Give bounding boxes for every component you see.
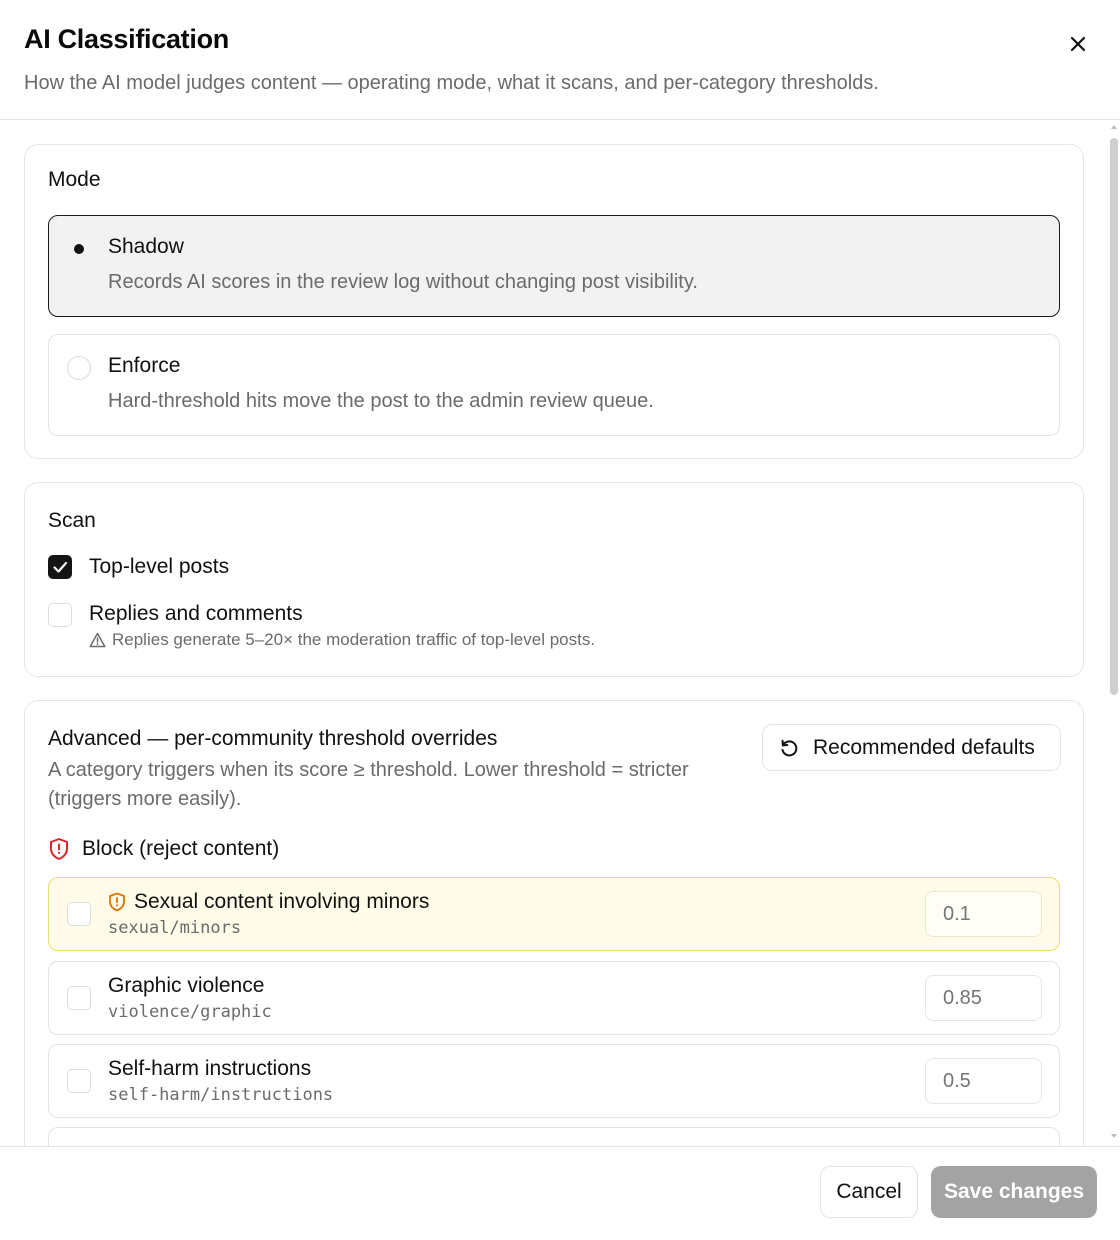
category-name: Graphic violence <box>108 974 264 998</box>
category-row-partial <box>48 1127 1060 1146</box>
check-icon <box>53 561 68 573</box>
category-key: sexual/minors <box>108 918 242 938</box>
block-group-header: Block (reject content) <box>48 837 279 861</box>
mode-title: Mode <box>48 168 101 191</box>
mode-option-description: Hard-threshold hits move the post to the… <box>108 390 654 412</box>
close-icon <box>1070 36 1086 52</box>
threshold-input[interactable] <box>925 975 1042 1021</box>
category-row-sexual-minors: Sexual content involving minors sexual/m… <box>48 877 1060 951</box>
radio-button[interactable] <box>67 356 91 380</box>
top-level-posts-label: Top-level posts <box>89 555 230 578</box>
replies-hint: Replies generate 5–20× the moderation tr… <box>89 630 595 650</box>
scrollbar-thumb[interactable] <box>1110 138 1118 695</box>
advanced-title: Advanced — per-community threshold overr… <box>48 727 498 750</box>
scan-card: Scan Top-level posts Replies and comment… <box>24 482 1084 677</box>
scroll-up-icon[interactable] <box>1109 122 1119 132</box>
close-button[interactable] <box>1064 30 1092 58</box>
dialog-footer: Cancel Save changes <box>0 1146 1120 1240</box>
category-name-text: Self-harm instructions <box>108 1057 312 1080</box>
category-name: Self-harm instructions <box>108 1057 311 1081</box>
advanced-description: A category triggers when its score ≥ thr… <box>48 759 689 810</box>
threshold-input[interactable] <box>925 1058 1042 1104</box>
mode-card: Mode Shadow Records AI scores in the rev… <box>24 144 1084 459</box>
mode-option-description: Records AI scores in the review log with… <box>108 271 698 293</box>
top-level-posts-checkbox[interactable] <box>48 555 72 579</box>
dialog-subtitle: How the AI model judges content — operat… <box>24 72 879 94</box>
save-changes-button[interactable]: Save changes <box>931 1166 1097 1218</box>
radio-dot <box>74 244 84 254</box>
dialog-body[interactable]: Mode Shadow Records AI scores in the rev… <box>0 121 1120 1146</box>
cancel-button[interactable]: Cancel <box>820 1166 918 1218</box>
recommended-defaults-label: Recommended defaults <box>813 735 1035 759</box>
scan-title: Scan <box>48 509 96 532</box>
replies-hint-text: Replies generate 5–20× the moderation tr… <box>112 630 596 649</box>
rotate-ccw-icon <box>781 739 798 756</box>
shield-warning-icon <box>109 892 125 912</box>
mode-option-enforce[interactable]: Enforce Hard-threshold hits move the pos… <box>48 334 1060 436</box>
mode-option-label: Enforce <box>108 354 181 377</box>
radio-button[interactable] <box>67 237 91 261</box>
alert-triangle-icon <box>89 632 106 648</box>
category-name-text: Sexual content involving minors <box>134 890 430 913</box>
threshold-input[interactable] <box>925 891 1042 937</box>
replies-comments-checkbox[interactable] <box>48 603 72 627</box>
category-checkbox[interactable] <box>67 1069 91 1093</box>
category-checkbox[interactable] <box>67 986 91 1010</box>
category-row-graphic-violence: Graphic violence violence/graphic <box>48 961 1060 1035</box>
dialog-title: AI Classification <box>24 24 229 54</box>
recommended-defaults-button[interactable]: Recommended defaults <box>762 724 1061 771</box>
block-group-label: Block (reject content) <box>82 837 280 860</box>
category-name-text: Graphic violence <box>108 974 265 997</box>
shield-alert-icon <box>50 838 68 860</box>
advanced-card: Advanced — per-community threshold overr… <box>24 700 1084 1146</box>
replies-comments-label: Replies and comments <box>89 602 303 625</box>
scroll-down-icon[interactable] <box>1109 1131 1119 1141</box>
dialog-header: AI Classification How the AI model judge… <box>0 0 1120 120</box>
category-name: Sexual content involving minors <box>108 890 429 914</box>
category-key: violence/graphic <box>108 1002 272 1022</box>
mode-option-label: Shadow <box>108 235 184 258</box>
category-row-self-harm-instructions: Self-harm instructions self-harm/instruc… <box>48 1044 1060 1118</box>
mode-option-shadow[interactable]: Shadow Records AI scores in the review l… <box>48 215 1060 317</box>
category-key: self-harm/instructions <box>108 1085 334 1105</box>
category-checkbox[interactable] <box>67 902 91 926</box>
